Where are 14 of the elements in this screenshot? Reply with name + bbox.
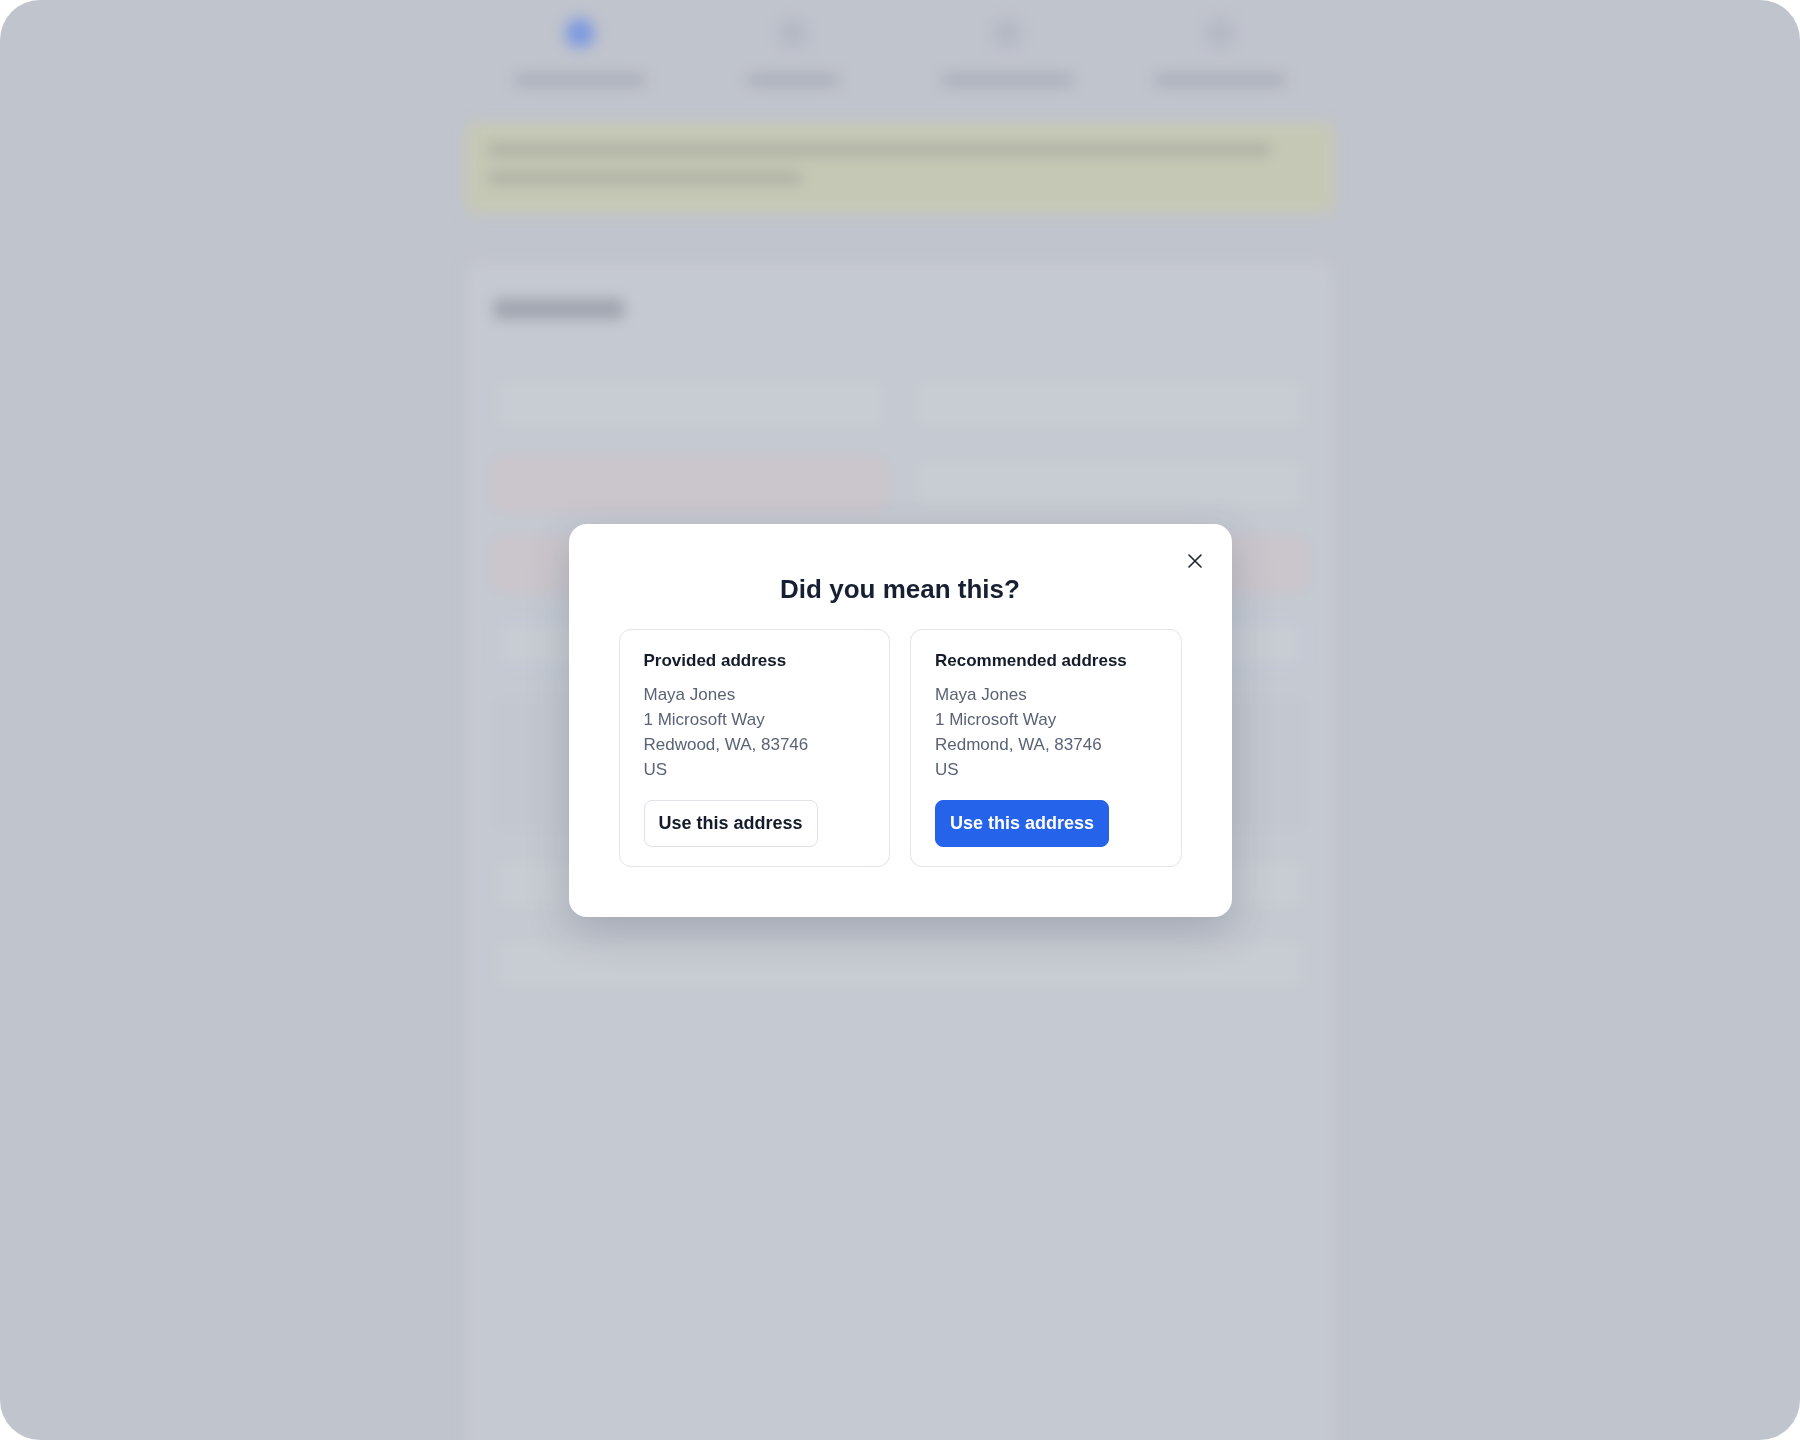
use-address-button[interactable]: Use this address — [643, 799, 818, 847]
address-line: 1 Microsoft Way — [935, 708, 1058, 731]
address-line: US — [643, 758, 669, 781]
close-icon — [1187, 553, 1202, 568]
address-line: Redwood, WA, 83746 — [643, 733, 810, 756]
card-heading: Recommended address — [935, 649, 1128, 672]
address-line: 1 Microsoft Way — [643, 708, 766, 731]
address-line: US — [935, 758, 960, 781]
address-line: Maya Jones — [643, 683, 737, 706]
dialog-title: Did you mean this? — [779, 572, 1021, 605]
use-address-button[interactable]: Use this address — [935, 799, 1110, 847]
card-heading: Provided address — [643, 649, 788, 672]
address-line: Maya Jones — [935, 683, 1028, 706]
address-line: Redmond, WA, 83746 — [935, 733, 1103, 756]
